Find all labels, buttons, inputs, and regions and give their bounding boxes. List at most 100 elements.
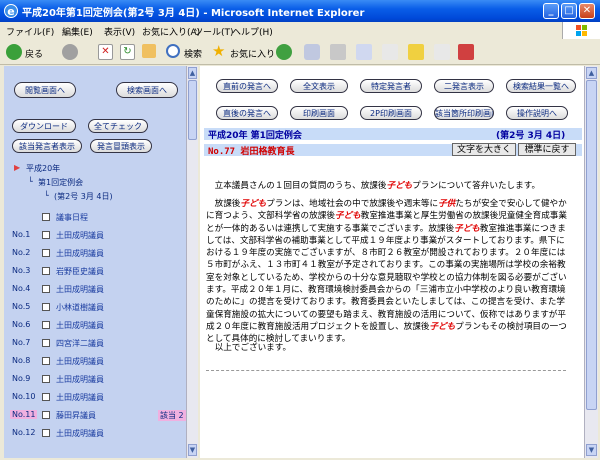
browse-screen-button[interactable]: 閲覧画面へ xyxy=(14,82,76,98)
row-number: No.12 xyxy=(12,428,36,437)
speaker-link[interactable]: 四宮洋二議員 xyxy=(56,338,104,349)
full-text-button[interactable]: 全文表示 xyxy=(290,79,348,93)
agenda-link[interactable]: 議事日程 xyxy=(56,212,88,223)
speaker-link[interactable]: 土田成明議員 xyxy=(56,320,104,331)
menu-edit[interactable]: 編集(E) xyxy=(62,25,93,38)
hit-print-button[interactable]: 該当箇所印刷画面 xyxy=(434,106,494,120)
research-icon[interactable] xyxy=(434,44,450,60)
row-checkbox[interactable] xyxy=(42,339,50,347)
search-keyword-highlight: 子ども xyxy=(429,321,456,332)
speaker-link[interactable]: 土田成明議員 xyxy=(56,284,104,295)
row-checkbox[interactable] xyxy=(42,375,50,383)
discuss-icon[interactable] xyxy=(382,44,398,60)
previous-speech-button[interactable]: 直前の発言へ xyxy=(216,79,278,93)
mail-icon[interactable] xyxy=(304,44,320,60)
menu-file[interactable]: ファイル(F) xyxy=(6,25,54,38)
tree-year[interactable]: 平成20年 xyxy=(26,163,60,174)
row-number: No.4 xyxy=(12,284,31,293)
search-keyword-highlight: 子ども xyxy=(334,211,361,222)
messenger-icon[interactable] xyxy=(408,44,424,60)
show-speakers-button[interactable]: 該当発言者表示 xyxy=(12,139,82,153)
operation-guide-button[interactable]: 操作説明へ xyxy=(506,106,568,120)
text-normal-button[interactable]: 標準に戻す xyxy=(518,143,576,156)
print-icon[interactable] xyxy=(330,44,346,60)
row-checkbox[interactable] xyxy=(42,321,50,329)
title-bar: e 平成20年第1回定例会(第2号 3月 4日) - Microsoft Int… xyxy=(0,0,600,22)
back-arrow-icon[interactable] xyxy=(6,44,22,60)
favorites-label[interactable]: お気に入り xyxy=(230,47,275,60)
agenda-checkbox[interactable] xyxy=(42,213,50,221)
speaker-link[interactable]: 土田成明議員 xyxy=(56,374,104,385)
speaker-link[interactable]: 藤田昇議員 xyxy=(56,410,96,421)
minimize-button[interactable]: _ xyxy=(543,3,559,19)
close-button[interactable]: ✕ xyxy=(579,3,595,19)
row-checkbox[interactable] xyxy=(42,303,50,311)
row-checkbox[interactable] xyxy=(42,411,50,419)
scroll-up-icon[interactable]: ▲ xyxy=(188,67,197,79)
row-checkbox[interactable] xyxy=(42,249,50,257)
search-results-button[interactable]: 検索結果一覧へ xyxy=(506,79,576,93)
text-larger-button[interactable]: 文字を大きく xyxy=(452,143,516,156)
twin-display-button[interactable]: 二発言表示 xyxy=(434,79,494,93)
maximize-button[interactable]: □ xyxy=(561,3,577,19)
stop-icon[interactable]: ✕ xyxy=(98,44,113,60)
back-label[interactable]: 戻る xyxy=(25,47,43,60)
next-speech-button[interactable]: 直後の発言へ xyxy=(216,106,278,120)
row-checkbox[interactable] xyxy=(42,393,50,401)
scroll-thumb[interactable] xyxy=(586,80,597,410)
search-label[interactable]: 検索 xyxy=(184,47,202,60)
check-all-button[interactable]: 全てチェック xyxy=(88,119,148,133)
speaker-link[interactable]: 土田成明議員 xyxy=(56,230,104,241)
refresh-icon[interactable]: ↻ xyxy=(120,44,135,60)
tree-issue[interactable]: (第2号 3月 4日) xyxy=(54,191,113,202)
tree-connector-icon: └ xyxy=(28,177,33,186)
search-icon[interactable] xyxy=(166,44,180,58)
speaker-link[interactable]: 土田成明議員 xyxy=(56,248,104,259)
history-icon[interactable] xyxy=(276,44,292,60)
left-navigation-pane: 閲覧画面へ 検索画面へ ダウンロード 全てチェック 該当発言者表示 発言冒頭表示… xyxy=(4,66,186,458)
specific-speaker-button[interactable]: 特定発言者 xyxy=(360,79,422,93)
row-checkbox[interactable] xyxy=(42,231,50,239)
favorites-star-icon[interactable]: ★ xyxy=(212,42,228,60)
scroll-down-icon[interactable]: ▼ xyxy=(586,444,597,456)
tree-session[interactable]: 第1回定例会 xyxy=(38,177,83,188)
show-speech-head-button[interactable]: 発言冒頭表示 xyxy=(90,139,152,153)
row-number: No.7 xyxy=(12,338,31,347)
tree-expand-icon[interactable]: ▶ xyxy=(14,163,20,172)
row-number: No.3 xyxy=(12,266,31,275)
speaker-link[interactable]: 土田成明議員 xyxy=(56,428,104,439)
two-page-print-button[interactable]: 2P印刷画面 xyxy=(360,106,422,120)
hit-count-badge: 該当 2 xyxy=(158,410,186,421)
print-screen-button[interactable]: 印刷画面 xyxy=(290,106,348,120)
row-number: No.9 xyxy=(12,374,31,383)
menu-favorites[interactable]: お気に入り(A) xyxy=(142,25,200,38)
home-icon[interactable] xyxy=(142,44,156,58)
menu-bar: ファイル(F) 編集(E) 表示(V) お気に入り(A) ツール(T) ヘルプ(… xyxy=(0,22,600,40)
menu-tools[interactable]: ツール(T) xyxy=(194,25,234,38)
menu-help[interactable]: ヘルプ(H) xyxy=(232,25,273,38)
speaker-link[interactable]: 土田成明議員 xyxy=(56,392,104,403)
row-checkbox[interactable] xyxy=(42,357,50,365)
row-checkbox[interactable] xyxy=(42,267,50,275)
row-checkbox[interactable] xyxy=(42,285,50,293)
menu-view[interactable]: 表示(V) xyxy=(104,25,135,38)
right-scrollbar[interactable]: ▲ ▼ xyxy=(584,66,598,458)
row-number: No.2 xyxy=(12,248,31,257)
row-number: No.8 xyxy=(12,356,31,365)
left-scrollbar[interactable]: ▲ ▼ xyxy=(186,66,198,458)
row-checkbox[interactable] xyxy=(42,429,50,437)
scroll-thumb[interactable] xyxy=(188,80,197,140)
edit-icon[interactable] xyxy=(356,44,372,60)
scroll-up-icon[interactable]: ▲ xyxy=(586,67,597,79)
addon-icon[interactable] xyxy=(458,44,474,60)
speech-paragraph-1: 立本議員さんの１回目の質問のうち、放課後子どもプランについて答弁いたします。 xyxy=(206,180,570,192)
main-content-pane: 直前の発言へ 全文表示 特定発言者 二発言表示 検索結果一覧へ 直後の発言へ 印… xyxy=(200,66,584,458)
scroll-down-icon[interactable]: ▼ xyxy=(188,444,197,456)
forward-arrow-icon[interactable] xyxy=(62,44,78,60)
speaker-link[interactable]: 小林道樹議員 xyxy=(56,302,104,313)
speaker-link[interactable]: 岩野臣史議員 xyxy=(56,266,104,277)
speaker-link[interactable]: 土田成明議員 xyxy=(56,356,104,367)
search-screen-button[interactable]: 検索画面へ xyxy=(116,82,178,98)
search-keyword-highlight: 子供 xyxy=(438,199,456,209)
download-button[interactable]: ダウンロード xyxy=(12,119,76,133)
